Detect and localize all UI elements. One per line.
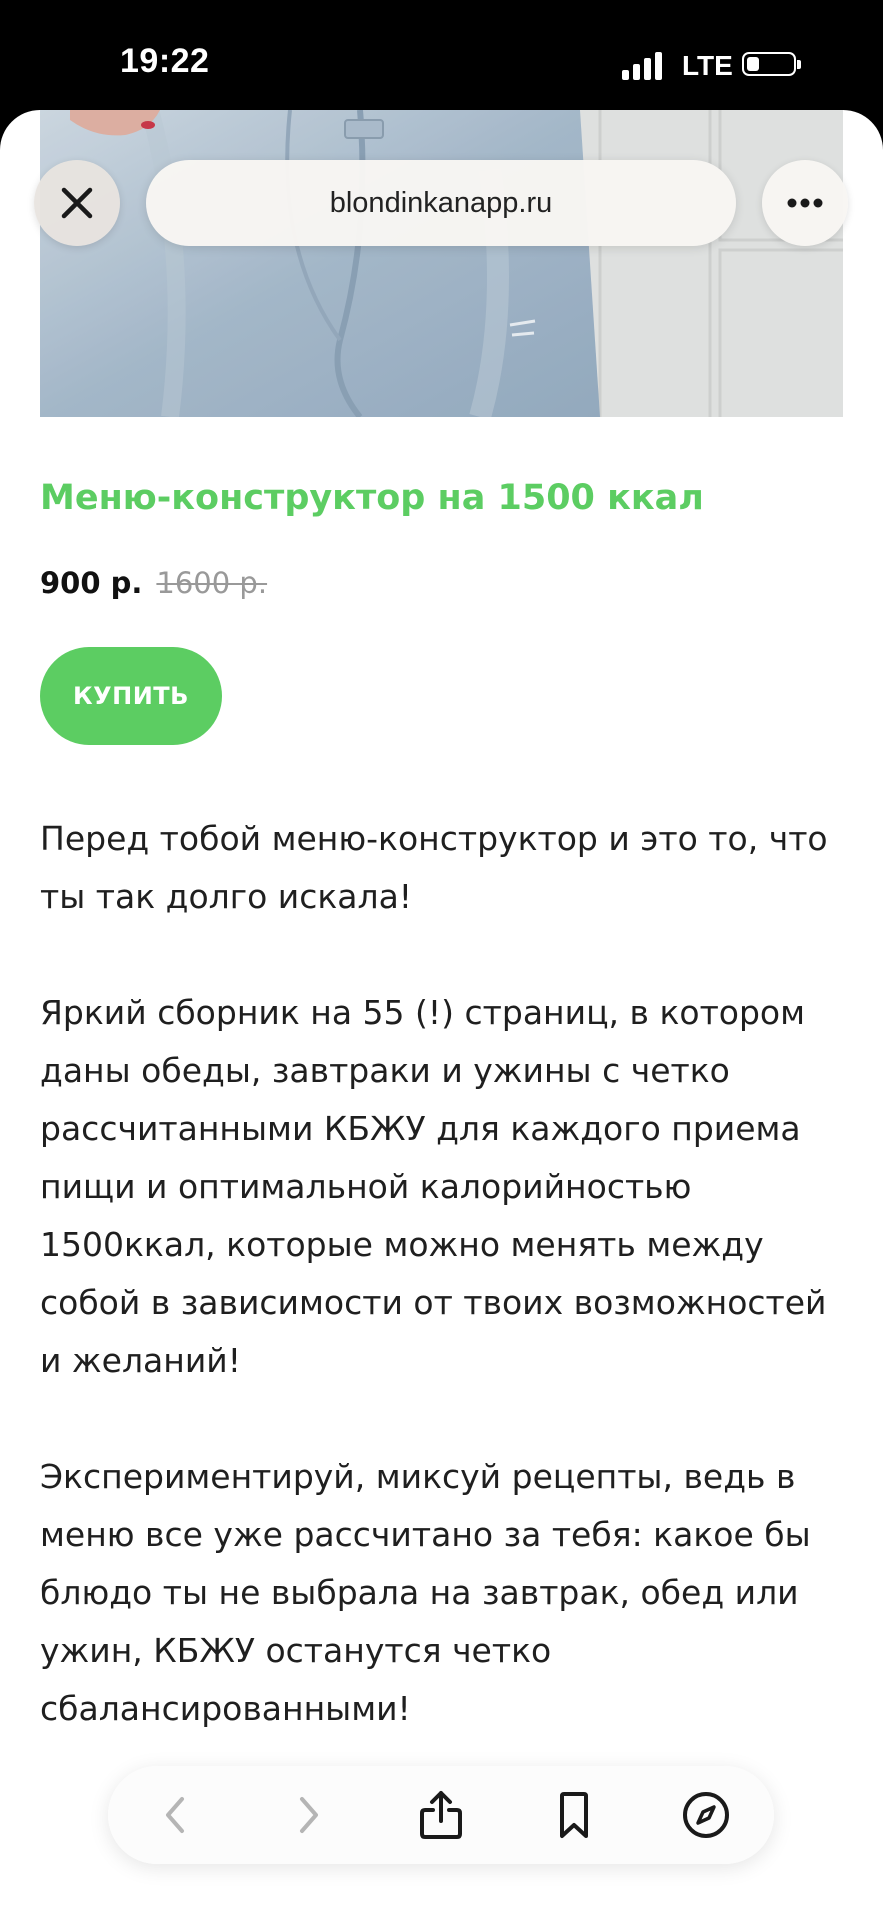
product-title: Меню-конструктор на 1500 ккал [40, 478, 704, 518]
forward-icon [300, 1797, 318, 1833]
close-icon [61, 187, 93, 219]
buy-button[interactable]: КУПИТЬ [40, 647, 222, 745]
product-photo [40, 110, 843, 417]
price-current: 900 р. [40, 566, 143, 600]
browser-toolbar [108, 1766, 774, 1864]
browser-sheet: blondinkanapp.ru Меню-конструктор на 150… [0, 110, 883, 1920]
price-row: 900 р. 1600 р. [40, 566, 267, 600]
more-button[interactable] [762, 160, 848, 246]
bookmark-icon [560, 1792, 588, 1838]
description-paragraph: Яркий сборник на 55 (!) страниц, в котор… [40, 993, 827, 1380]
price-old: 1600 р. [156, 566, 268, 600]
description-paragraph: Экспериментируй, миксуй рецепты, ведь в … [40, 1457, 811, 1728]
network-type: LTE [682, 50, 733, 81]
product-description: Перед тобой меню-конструктор и это то, ч… [40, 810, 850, 1796]
product-image [40, 110, 843, 417]
description-paragraph: Перед тобой меню-конструктор и это то, ч… [40, 819, 828, 916]
close-button[interactable] [34, 160, 120, 246]
bookmark-button[interactable] [544, 1785, 604, 1845]
share-icon [420, 1791, 462, 1839]
browser-nav-bar: blondinkanapp.ru [0, 160, 883, 250]
signal-icon [622, 50, 666, 80]
status-time: 19:22 [120, 42, 210, 80]
url-text: blondinkanapp.ru [329, 186, 553, 219]
battery-icon [742, 52, 801, 76]
share-button[interactable] [411, 1785, 471, 1845]
compass-icon [683, 1792, 729, 1838]
back-button[interactable] [146, 1785, 206, 1845]
back-icon [166, 1797, 184, 1833]
forward-button[interactable] [278, 1785, 338, 1845]
more-icon [787, 198, 823, 208]
address-bar[interactable]: blondinkanapp.ru [146, 160, 736, 246]
compass-button[interactable] [676, 1785, 736, 1845]
